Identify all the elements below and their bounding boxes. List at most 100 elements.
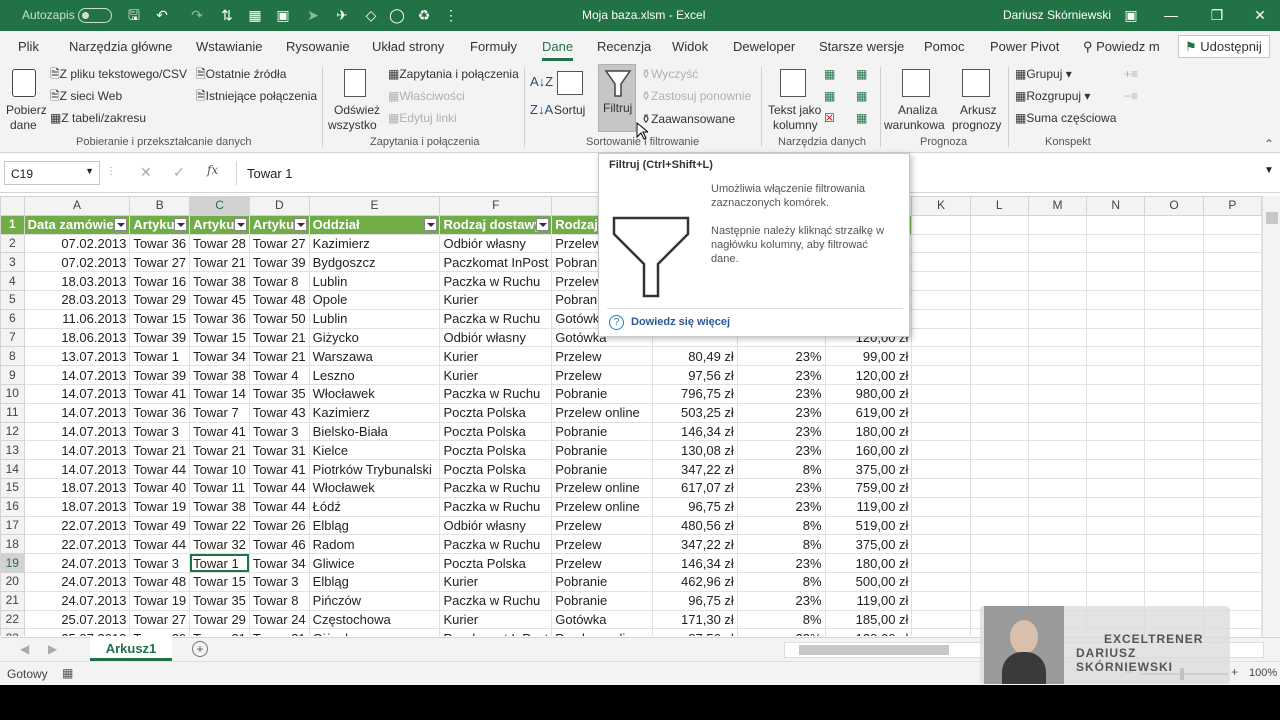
cell[interactable]: Towar 39 xyxy=(129,628,191,636)
cell[interactable]: Towar 49 xyxy=(129,515,191,536)
reapply-button[interactable]: ⚱Zastosuj ponownie xyxy=(641,89,751,103)
cell[interactable]: Odbiór własny xyxy=(439,515,553,536)
column-header[interactable]: B xyxy=(129,196,191,216)
cell[interactable] xyxy=(969,271,1029,291)
cell[interactable] xyxy=(911,308,971,329)
text-to-columns-button[interactable]: Tekst jako kolumny xyxy=(766,65,821,133)
row-header[interactable]: 6 xyxy=(0,308,25,329)
cell[interactable] xyxy=(911,534,971,555)
cell[interactable] xyxy=(1202,534,1262,555)
cell[interactable]: Paczka w Ruchu xyxy=(439,590,553,611)
cell[interactable]: Pobranie xyxy=(551,440,653,461)
close-icon[interactable]: ✕ xyxy=(1251,6,1269,24)
cell[interactable]: 462,96 zł xyxy=(651,571,738,592)
cell[interactable] xyxy=(969,233,1029,254)
cell[interactable]: 23% xyxy=(736,628,826,636)
cell[interactable] xyxy=(1086,214,1146,235)
row-header[interactable]: 11 xyxy=(0,402,25,423)
cell[interactable]: Bydgoszcz xyxy=(308,252,441,273)
cell[interactable]: 146,34 zł xyxy=(651,553,738,573)
cell[interactable]: Warszawa xyxy=(308,346,441,367)
cell[interactable]: Towar 22 xyxy=(189,515,250,536)
row-header[interactable]: 13 xyxy=(0,440,25,461)
cell[interactable] xyxy=(1086,365,1146,385)
cell[interactable] xyxy=(1027,421,1088,442)
cell[interactable]: Towar 44 xyxy=(248,477,310,498)
cell[interactable]: Gotówka xyxy=(551,609,653,630)
zoom-in-icon[interactable]: + xyxy=(1231,665,1238,679)
cell[interactable]: Towar 7 xyxy=(189,402,250,423)
cell[interactable]: Towar 3 xyxy=(248,421,310,442)
cell[interactable]: Leszno xyxy=(308,365,441,385)
cell[interactable]: Przelew online xyxy=(551,477,653,498)
cell[interactable] xyxy=(969,214,1029,235)
cell[interactable] xyxy=(911,346,971,367)
cell[interactable]: Towar 27 xyxy=(129,252,191,273)
table-header-cell[interactable]: Artyku xyxy=(189,214,250,235)
cell[interactable]: 14.07.2013 xyxy=(23,383,131,404)
cell[interactable]: 28.03.2013 xyxy=(23,289,131,310)
cell[interactable] xyxy=(1027,289,1088,310)
cell[interactable]: Kazimierz xyxy=(308,233,441,254)
name-box-dropdown-icon[interactable]: ▼ xyxy=(85,166,94,176)
cell[interactable]: Towar 35 xyxy=(248,383,310,404)
cell[interactable]: 375,00 zł xyxy=(824,459,913,479)
cell[interactable]: 80,49 zł xyxy=(651,346,738,367)
show-detail-icon[interactable]: +≡ xyxy=(1124,67,1138,81)
cell[interactable]: Towar 50 xyxy=(248,308,310,329)
what-if-button[interactable]: Analiza warunkowa xyxy=(884,65,948,133)
cell[interactable]: 14.07.2013 xyxy=(23,365,131,385)
select-all-corner[interactable] xyxy=(0,196,25,216)
sort-az-button[interactable]: A↓Z xyxy=(530,75,553,89)
cell[interactable]: Towar 46 xyxy=(248,534,310,555)
cell[interactable]: 119,00 zł xyxy=(824,590,913,611)
cell[interactable]: Towar 41 xyxy=(248,459,310,479)
learn-more-link[interactable]: Dowiedz się więcej xyxy=(631,316,730,328)
cell[interactable] xyxy=(911,402,971,423)
cell[interactable]: 23% xyxy=(736,365,826,385)
filter-dropdown-icon[interactable] xyxy=(114,217,128,231)
cell[interactable]: Paczkomat InPost xyxy=(439,252,553,273)
cell[interactable] xyxy=(969,440,1029,461)
refresh-all-button[interactable]: Odśwież wszystko xyxy=(328,65,382,133)
undo-icon[interactable]: ↶ xyxy=(153,6,171,24)
row-header[interactable]: 15 xyxy=(0,477,25,498)
minimize-icon[interactable]: — xyxy=(1162,6,1180,24)
cell[interactable] xyxy=(911,289,971,310)
cell[interactable]: Przelew online xyxy=(551,402,653,423)
cell[interactable]: 796,75 zł xyxy=(651,383,738,404)
cell[interactable]: 120,00 zł xyxy=(824,365,913,385)
cell[interactable]: 619,00 zł xyxy=(824,402,913,423)
cell[interactable]: 14.07.2013 xyxy=(23,402,131,423)
cell[interactable]: 87,56 zł xyxy=(651,628,738,636)
cell[interactable]: Paczka w Ruchu xyxy=(439,496,553,517)
cell[interactable] xyxy=(1202,553,1262,573)
row-header[interactable]: 5 xyxy=(0,289,25,310)
cell[interactable] xyxy=(1086,553,1146,573)
cell[interactable]: Towar 35 xyxy=(189,590,250,611)
cell[interactable]: Towar 15 xyxy=(189,327,250,348)
cell[interactable]: Towar 19 xyxy=(129,496,191,517)
cell[interactable]: Poczta Polska xyxy=(439,553,553,573)
sort-button[interactable]: Sortuj xyxy=(553,65,587,133)
cell[interactable]: Towar 27 xyxy=(129,609,191,630)
forecast-sheet-button[interactable]: Arkusz prognozy xyxy=(952,65,1002,133)
row-header[interactable]: 19 xyxy=(0,553,25,573)
cell[interactable]: 23% xyxy=(736,421,826,442)
cell[interactable]: Towar 36 xyxy=(189,308,250,329)
cell[interactable] xyxy=(1086,402,1146,423)
cell[interactable]: 130,08 zł xyxy=(651,440,738,461)
tab-insert[interactable]: Wstawianie xyxy=(196,39,262,54)
cell[interactable] xyxy=(1027,346,1088,367)
cell[interactable]: Towar 19 xyxy=(129,590,191,611)
cell[interactable] xyxy=(1144,515,1204,536)
cell[interactable]: 14.07.2013 xyxy=(23,421,131,442)
cell[interactable]: 503,25 zł xyxy=(651,402,738,423)
cell[interactable] xyxy=(1027,515,1088,536)
column-header[interactable]: K xyxy=(911,196,971,216)
cell[interactable]: Pobranie xyxy=(551,571,653,592)
cell[interactable]: 119,00 zł xyxy=(824,496,913,517)
tab-file[interactable]: Plik xyxy=(18,39,39,54)
cell[interactable] xyxy=(1086,252,1146,273)
sort-asc-icon[interactable]: ⇅ xyxy=(218,6,236,24)
